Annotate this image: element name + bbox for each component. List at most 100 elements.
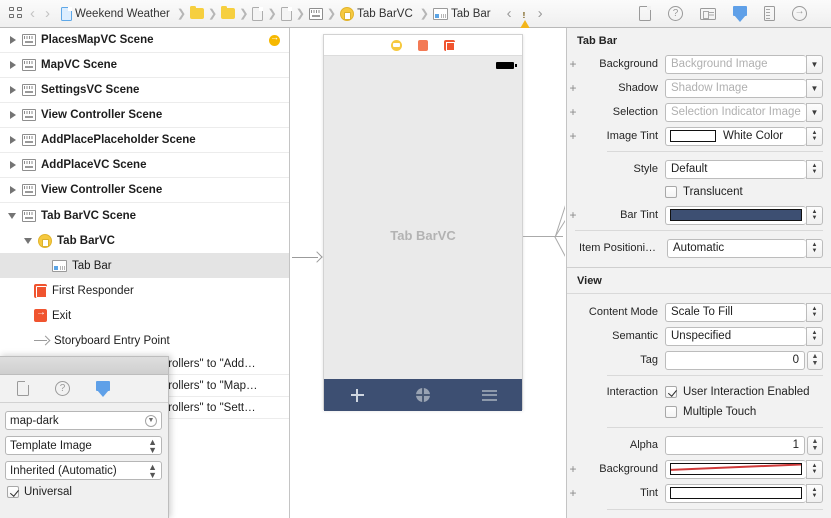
identity-inspector-icon[interactable] [700, 7, 716, 20]
add-variation-button[interactable]: + [567, 81, 579, 95]
alpha-stepper[interactable]: ▲ ▼ [807, 435, 823, 455]
add-variation-button[interactable]: + [567, 208, 579, 222]
disclosure-triangle-icon[interactable] [8, 85, 19, 96]
bar-tint-color-well[interactable] [665, 205, 806, 225]
file-inspector-icon[interactable] [17, 381, 29, 396]
stepper-arrows-icon[interactable]: ▲ ▼ [806, 459, 823, 479]
breadcrumb-folder-1[interactable] [188, 0, 206, 27]
disclosure-triangle-icon[interactable] [8, 110, 19, 121]
stepper-arrows-icon[interactable]: ▲ ▼ [806, 205, 823, 225]
first-responder-dock-icon[interactable] [418, 39, 428, 51]
outline-row-first-responder[interactable]: First Responder [0, 278, 289, 303]
universal-checkbox-row[interactable]: Universal [5, 486, 162, 498]
breadcrumb-storyboard[interactable] [307, 0, 325, 27]
disclosure-triangle-icon[interactable] [8, 160, 19, 171]
disclosure-triangle-icon[interactable] [24, 235, 35, 246]
user-interaction-checkbox-row[interactable]: User Interaction Enabled [665, 386, 810, 398]
stepper-arrows-icon[interactable]: ▲ ▼ [806, 326, 823, 346]
outline-row-view-controller-scene-2[interactable]: View Controller Scene [0, 178, 289, 203]
selection-indicator-image-field[interactable]: Selection Indicator Image [665, 102, 806, 122]
outline-row-tab-bar-scene[interactable]: Tab BarVC Scene [0, 203, 289, 228]
chevron-down-icon[interactable]: ▼ [806, 78, 823, 98]
warning-triangle-icon[interactable] [517, 7, 532, 32]
stepper-arrows-icon[interactable]: ▲ ▼ [806, 126, 823, 146]
outline-row-storyboard-entry-point[interactable]: Storyboard Entry Point [0, 328, 289, 353]
next-issue-button[interactable]: › [533, 5, 548, 22]
outline-row-places-map-scene[interactable]: PlacesMapVC Scene [0, 28, 289, 53]
add-variation-button[interactable]: + [567, 105, 579, 119]
chevron-down-icon[interactable]: ▼ [806, 102, 823, 122]
shadow-image-field[interactable]: Shadow Image [665, 78, 806, 98]
view-controller-dock-icon[interactable] [391, 39, 402, 51]
tab-bar-item-add[interactable] [324, 388, 390, 402]
tab-bar-preview[interactable] [324, 379, 522, 411]
image-tint-color-well[interactable]: White Color [665, 126, 806, 146]
stepper-arrows-icon[interactable]: ▲ ▼ [806, 159, 823, 179]
render-as-popup[interactable]: Template Image ▲ ▼ [5, 436, 162, 455]
outline-toggle-button[interactable] [0, 0, 25, 27]
stepper-arrows-icon[interactable]: ▲ ▼ [806, 238, 823, 258]
image-name-field[interactable]: map-dark ▼ [5, 411, 162, 430]
stepper-arrows-icon[interactable]: ▲ ▼ [806, 483, 823, 503]
disclosure-triangle-icon[interactable] [8, 60, 19, 71]
outline-row-exit[interactable]: Exit [0, 303, 289, 328]
breadcrumb-tab-bar[interactable]: Tab Bar [431, 0, 496, 27]
quick-help-icon[interactable]: ? [55, 381, 70, 396]
floating-image-inspector-panel[interactable]: ? map-dark ▼ Template Image ▲ ▼ Inherited… [0, 356, 169, 518]
style-popup[interactable]: Default [665, 159, 806, 179]
semantic-popup[interactable]: Unspecified [665, 326, 806, 346]
background-image-field[interactable]: Background Image [665, 54, 806, 74]
tab-bar-item-map[interactable] [390, 388, 456, 402]
chevron-down-icon[interactable]: ▼ [145, 414, 157, 427]
add-variation-button[interactable]: + [567, 462, 579, 476]
storyboard-entry-point-arrow-icon[interactable] [292, 251, 322, 263]
outline-row-tab-bar[interactable]: Tab Bar [0, 253, 289, 278]
disclosure-triangle-icon[interactable] [8, 35, 19, 46]
file-inspector-icon[interactable] [639, 6, 651, 21]
stepper-arrows-icon[interactable]: ▲ ▼ [148, 437, 157, 454]
breadcrumb-view-controller[interactable]: Tab BarVC [338, 0, 418, 27]
exit-dock-icon[interactable] [444, 39, 455, 51]
translucent-checkbox[interactable] [665, 186, 677, 198]
outline-row-add-place-scene[interactable]: AddPlaceVC Scene [0, 153, 289, 178]
attributes-inspector-panel[interactable]: Tab Bar + Background Background Image ▼ … [566, 28, 831, 518]
item-positioning-popup[interactable]: Automatic [667, 238, 806, 258]
breadcrumb-doc-1[interactable] [250, 0, 265, 27]
tab-bar-vc-scene[interactable]: Tab BarVC [323, 34, 523, 411]
view-background-color-well[interactable] [665, 459, 806, 479]
breadcrumb-doc-2[interactable] [279, 0, 294, 27]
connections-inspector-icon[interactable] [792, 6, 807, 21]
tag-input[interactable]: 0 [665, 350, 805, 370]
back-button[interactable]: ‹ [25, 5, 40, 22]
translucent-checkbox-row[interactable]: Translucent [665, 186, 743, 198]
outline-row-settings-scene[interactable]: SettingsVC Scene [0, 78, 289, 103]
storyboard-canvas[interactable]: Tab BarVC [290, 28, 565, 518]
universal-checkbox[interactable] [7, 486, 19, 498]
tag-stepper[interactable]: ▲ ▼ [807, 350, 823, 370]
add-variation-button[interactable]: + [567, 129, 579, 143]
tab-bar-item-settings[interactable] [456, 389, 522, 401]
content-mode-popup[interactable]: Scale To Fill [665, 302, 806, 322]
alpha-input[interactable]: 1 [665, 435, 805, 455]
stepper-arrows-icon[interactable]: ▲ ▼ [148, 462, 157, 479]
view-tint-color-well[interactable] [665, 483, 806, 503]
disclosure-triangle-icon[interactable] [8, 135, 19, 146]
multiple-touch-checkbox-row[interactable]: Multiple Touch [665, 406, 756, 418]
attributes-inspector-icon[interactable] [96, 380, 110, 397]
user-interaction-enabled-checkbox[interactable] [665, 386, 677, 398]
quick-help-icon[interactable]: ? [668, 6, 683, 21]
disclosure-triangle-icon[interactable] [8, 185, 19, 196]
multiple-touch-checkbox[interactable] [665, 406, 677, 418]
size-inspector-icon[interactable] [764, 6, 775, 21]
floating-panel-titlebar[interactable] [0, 357, 168, 375]
appearance-popup[interactable]: Inherited (Automatic) ▲ ▼ [5, 461, 162, 480]
disclosure-triangle-icon[interactable] [8, 210, 19, 221]
device-preview[interactable]: Tab BarVC [324, 56, 522, 411]
previous-issue-button[interactable]: ‹ [502, 5, 517, 22]
outline-row-map-scene[interactable]: MapVC Scene [0, 53, 289, 78]
breadcrumb-project[interactable]: Weekend Weather [59, 0, 175, 27]
outline-row-view-controller-scene-1[interactable]: View Controller Scene [0, 103, 289, 128]
add-variation-button[interactable]: + [567, 57, 579, 71]
outline-row-tab-bar-vc[interactable]: Tab BarVC [0, 228, 289, 253]
forward-button[interactable]: › [40, 5, 55, 22]
